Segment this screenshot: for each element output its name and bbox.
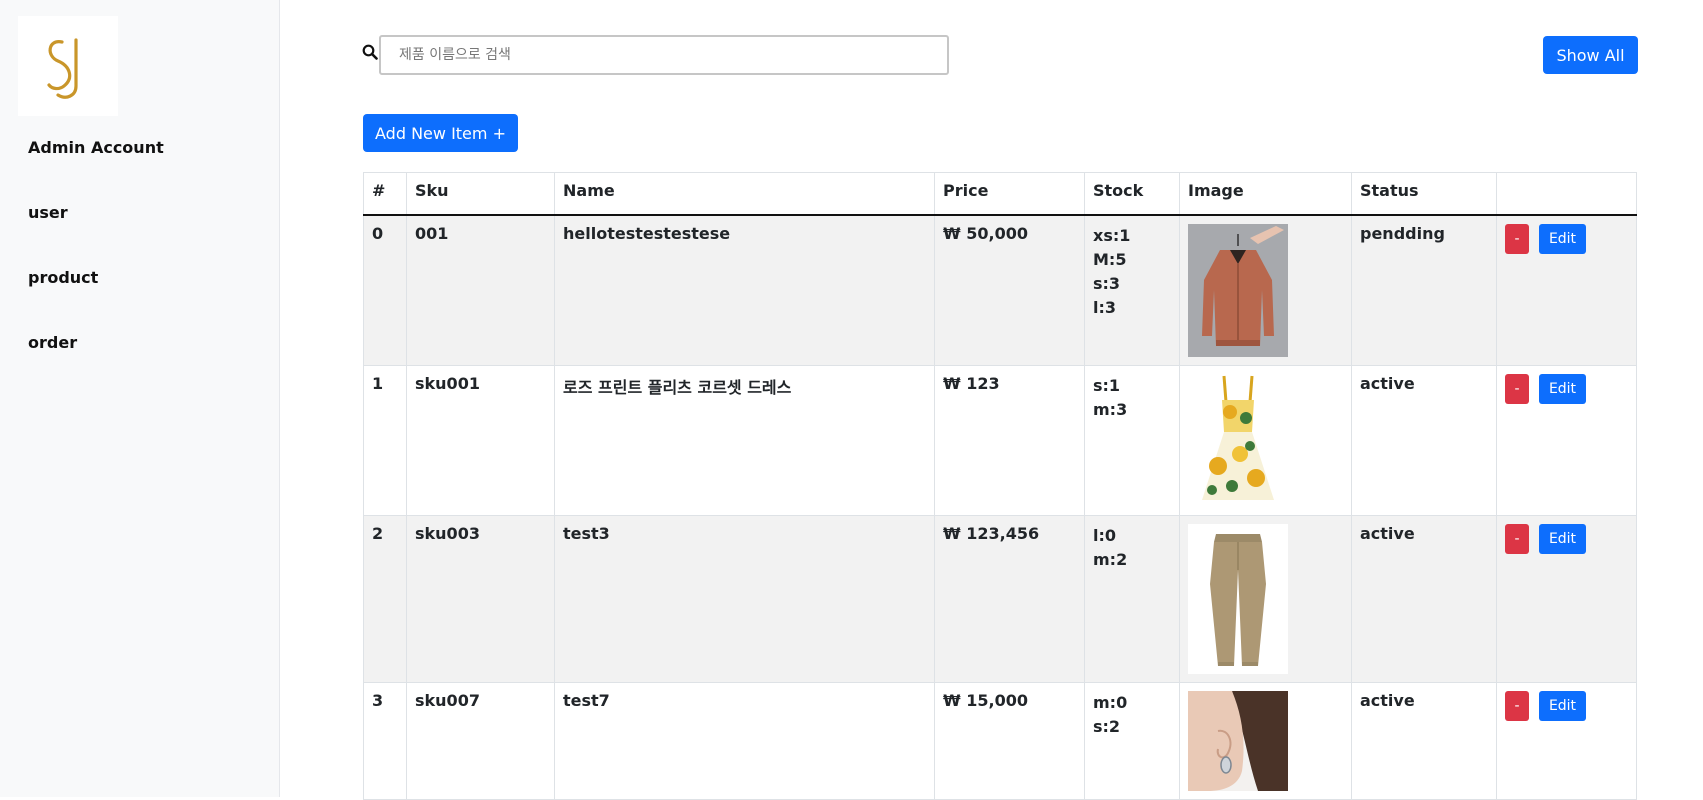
edit-button[interactable]: Edit (1539, 524, 1586, 554)
header-status: Status (1351, 172, 1497, 216)
stock-entry: m:3 (1093, 400, 1128, 419)
stock-entry: s:1 (1093, 376, 1121, 395)
row-name: hellotestestestese (554, 215, 935, 366)
row-image (1179, 515, 1352, 683)
header-name: Name (554, 172, 935, 216)
header-actions (1496, 172, 1637, 216)
stock-entry: s:3 (1093, 274, 1121, 293)
edit-button[interactable]: Edit (1539, 224, 1586, 254)
row-price: ₩ 15,000 (934, 682, 1085, 800)
edit-button[interactable]: Edit (1539, 374, 1586, 404)
table-header-row: # Sku Name Price Stock Image Status (363, 172, 1637, 216)
stock-entry: s:2 (1093, 717, 1121, 736)
sidebar-item-product[interactable]: product (28, 268, 98, 287)
table-row: 1 sku001 로즈 프린트 플리츠 코르셋 드레스 ₩ 123 s:1 m:… (363, 365, 1637, 516)
product-image-jacket (1188, 224, 1288, 357)
product-image-dress (1188, 374, 1288, 507)
row-index: 2 (363, 515, 407, 683)
row-name: test7 (554, 682, 935, 800)
stock-entry: l:0 (1093, 526, 1117, 545)
row-actions: - Edit (1496, 215, 1637, 366)
delete-button[interactable]: - (1505, 374, 1529, 404)
header-sku: Sku (406, 172, 555, 216)
logo (18, 16, 118, 116)
row-sku: sku003 (406, 515, 555, 683)
row-price: ₩ 123 (934, 365, 1085, 516)
row-index: 0 (363, 215, 407, 366)
row-index: 1 (363, 365, 407, 516)
search-input[interactable] (379, 35, 949, 75)
row-actions: - Edit (1496, 682, 1637, 800)
row-sku: sku007 (406, 682, 555, 800)
row-status: pendding (1351, 215, 1497, 366)
header-price: Price (934, 172, 1085, 216)
row-stock: xs:1 M:5 s:3 l:3 (1084, 215, 1180, 366)
header-index: # (363, 172, 407, 216)
sidebar-item-order[interactable]: order (28, 333, 77, 352)
delete-button[interactable]: - (1505, 691, 1529, 721)
logo-mark (47, 38, 78, 99)
table-row: 2 sku003 test3 ₩ 123,456 l:0 m:2 active … (363, 515, 1637, 683)
stock-entry: M:5 (1093, 250, 1127, 269)
header-stock: Stock (1084, 172, 1180, 216)
stock-entry: m:2 (1093, 550, 1128, 569)
row-status: active (1351, 682, 1497, 800)
show-all-button[interactable]: Show All (1543, 36, 1638, 74)
product-image-pants (1188, 524, 1288, 674)
stock-entry: m:0 (1093, 693, 1128, 712)
row-name: 로즈 프린트 플리츠 코르셋 드레스 (554, 365, 935, 516)
add-new-item-button[interactable]: Add New Item + (363, 114, 518, 152)
row-status: active (1351, 365, 1497, 516)
delete-button[interactable]: - (1505, 524, 1529, 554)
row-actions: - Edit (1496, 515, 1637, 683)
row-price: ₩ 50,000 (934, 215, 1085, 366)
row-status: active (1351, 515, 1497, 683)
row-stock: l:0 m:2 (1084, 515, 1180, 683)
row-image (1179, 215, 1352, 366)
edit-button[interactable]: Edit (1539, 691, 1586, 721)
delete-button[interactable]: - (1505, 224, 1529, 254)
row-actions: - Edit (1496, 365, 1637, 516)
table-row: 0 001 hellotestestestese ₩ 50,000 xs:1 M… (363, 215, 1637, 366)
row-sku: 001 (406, 215, 555, 366)
row-name: test3 (554, 515, 935, 683)
stock-entry: l:3 (1093, 298, 1117, 317)
row-stock: m:0 s:2 (1084, 682, 1180, 800)
row-image (1179, 682, 1352, 800)
row-index: 3 (363, 682, 407, 800)
product-image-earring (1188, 691, 1288, 791)
row-price: ₩ 123,456 (934, 515, 1085, 683)
sidebar-item-admin-account[interactable]: Admin Account (28, 138, 164, 157)
stock-entry: xs:1 (1093, 226, 1131, 245)
row-stock: s:1 m:3 (1084, 365, 1180, 516)
row-sku: sku001 (406, 365, 555, 516)
table-row: 3 sku007 test7 ₩ 15,000 m:0 s:2 active -… (363, 682, 1637, 800)
row-image (1179, 365, 1352, 516)
sidebar: Admin Account user product order (0, 0, 280, 797)
product-table: # Sku Name Price Stock Image Status 0 00… (363, 172, 1637, 800)
header-image: Image (1179, 172, 1352, 216)
search-icon (362, 44, 378, 64)
sidebar-item-user[interactable]: user (28, 203, 68, 222)
